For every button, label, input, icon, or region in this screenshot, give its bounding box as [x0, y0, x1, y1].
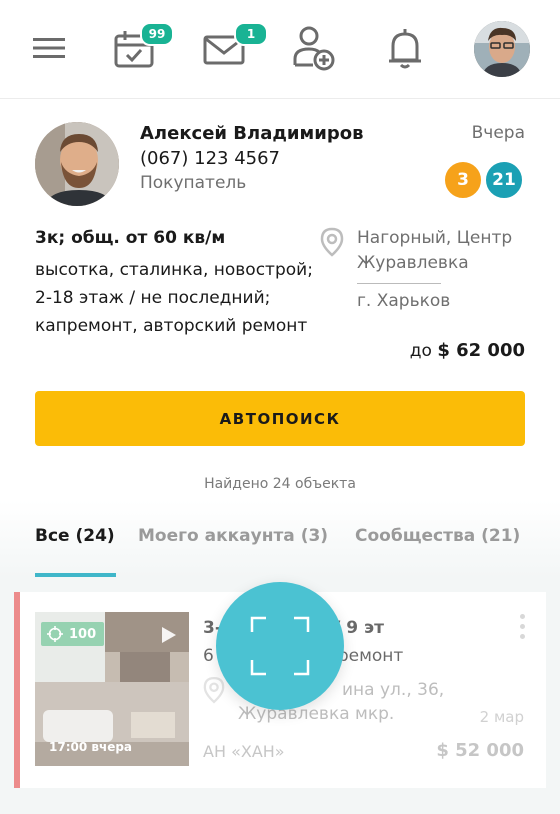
listing-photo[interactable]: 100 17:00 вчера: [35, 612, 189, 766]
scan-fab-button[interactable]: [216, 582, 344, 710]
client-avatar: [35, 122, 119, 206]
match-score: 100: [69, 626, 97, 642]
add-contact-button[interactable]: [292, 26, 336, 71]
more-options-button[interactable]: [520, 614, 526, 644]
price-value: $ 62 000: [437, 340, 525, 361]
client-photo: [35, 122, 119, 206]
tab-all[interactable]: Все (24): [35, 526, 115, 546]
notifications-button[interactable]: [383, 26, 427, 70]
client-date: Вчера: [471, 123, 525, 143]
tab-my-account[interactable]: Моего аккаунта (3): [138, 526, 328, 546]
listing-agency: АН «ХАН»: [203, 742, 285, 761]
location-city: г. Харьков: [357, 291, 451, 311]
client-role: Покупатель: [140, 173, 247, 193]
location-microdistrict: Журавлевка: [357, 253, 469, 273]
photo-timestamp: 17:00 вчера: [49, 740, 133, 754]
listing-address-street-visible: ина ул., 36,: [342, 680, 445, 700]
status-stripe: [14, 592, 20, 788]
target-icon: [47, 626, 63, 642]
count-badge-orange[interactable]: 3: [443, 160, 483, 200]
active-tab-indicator: [35, 573, 116, 577]
request-title: 3к; общ. от 60 кв/м: [35, 228, 226, 248]
listing-sub-head: 6: [203, 646, 214, 666]
client-name: Алексей Владимиров: [140, 123, 364, 144]
map-pin-icon: [203, 676, 225, 704]
user-avatar[interactable]: [474, 21, 530, 77]
mail-badge: 1: [234, 22, 268, 46]
autosearch-button[interactable]: АВТОПОИСК: [35, 391, 525, 446]
listing-date: 2 мар: [479, 708, 524, 726]
calendar-badge: 99: [140, 22, 174, 46]
scan-frame-icon: [250, 616, 310, 676]
client-phone[interactable]: (067) 123 4567: [140, 148, 280, 169]
user-photo: [474, 21, 530, 77]
price-prefix: до: [409, 341, 432, 361]
map-pin-icon: [320, 227, 344, 257]
found-count: Найдено 24 объекта: [204, 476, 356, 492]
match-score-badge: 100: [41, 622, 105, 646]
count-badge-teal[interactable]: 21: [484, 160, 524, 200]
tab-community[interactable]: Сообщества (21): [355, 526, 520, 546]
client-card[interactable]: Алексей Владимиров (067) 123 4567 Покупа…: [0, 100, 560, 492]
request-price: до $ 62 000: [410, 340, 525, 361]
listing-price: $ 52 000: [436, 740, 524, 761]
menu-button[interactable]: [27, 26, 71, 70]
top-bar: 99 1: [0, 0, 560, 99]
location-divider: [357, 283, 441, 284]
results-tabs: Все (24) Моего аккаунта (3) Сообщества (…: [0, 500, 560, 578]
listing-renovation: ремонт: [337, 646, 404, 666]
location-district: Нагорный, Центр: [357, 228, 513, 248]
request-details: высотка, сталинка, новострой; 2-18 этаж …: [35, 260, 313, 336]
bell-icon: [389, 29, 421, 69]
play-icon[interactable]: [161, 626, 177, 644]
hamburger-icon: [33, 38, 65, 58]
add-user-icon: [293, 26, 335, 71]
